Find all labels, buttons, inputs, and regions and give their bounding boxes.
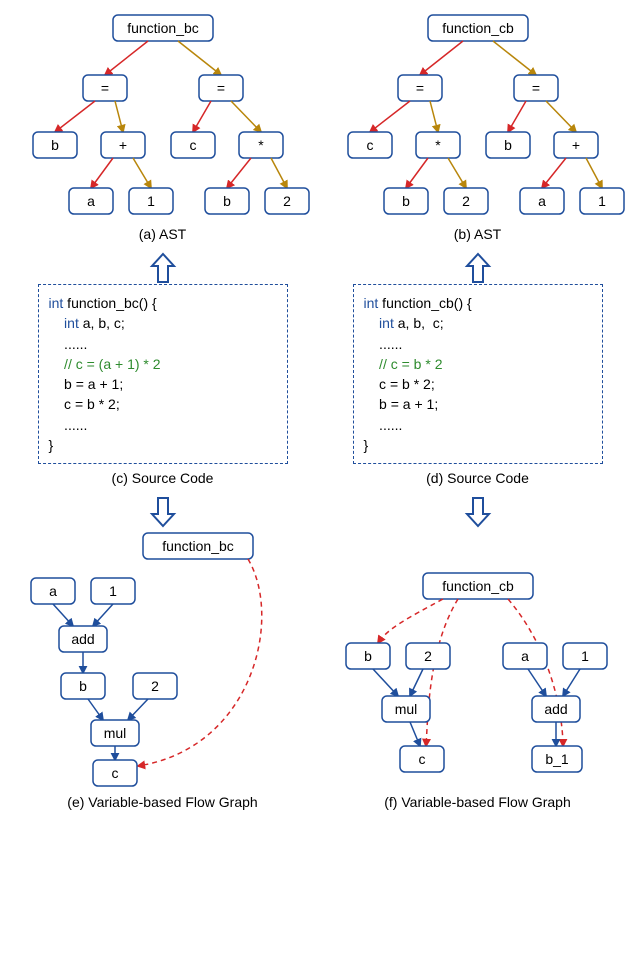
svg-text:2: 2 — [424, 648, 432, 664]
svg-text:b: b — [504, 137, 512, 153]
svg-text:2: 2 — [462, 193, 470, 209]
vfg-f-svg: function_cb b 2 mul c a 1 add — [328, 528, 628, 788]
svg-text:b: b — [223, 193, 231, 209]
ast-a-svg: function_bc = = b + a 1 — [13, 10, 313, 220]
svg-text:=: = — [531, 80, 539, 96]
ast-a-caption: (a) AST — [139, 226, 186, 242]
up-arrow-icon — [463, 252, 493, 284]
svg-text:function_bc: function_bc — [127, 20, 199, 36]
code-d-box: int function_cb() { int a, b, c; ...... … — [353, 284, 603, 464]
svg-text:=: = — [100, 80, 108, 96]
code-d-caption: (d) Source Code — [426, 470, 529, 486]
svg-text:b: b — [402, 193, 410, 209]
vfg-f-col: function_cb b 2 mul c a 1 add — [325, 528, 630, 820]
svg-text:2: 2 — [283, 193, 291, 209]
svg-text:c: c — [418, 751, 425, 767]
vfg-e-svg: function_bc a 1 add b 2 mul — [13, 528, 313, 788]
svg-text:1: 1 — [581, 648, 589, 664]
svg-text:function_cb: function_cb — [442, 578, 514, 594]
svg-text:+: + — [571, 137, 579, 153]
code-c-caption: (c) Source Code — [112, 470, 214, 486]
svg-text:c: c — [189, 137, 196, 153]
vfg-e-caption: (e) Variable-based Flow Graph — [67, 794, 257, 810]
svg-text:c: c — [111, 765, 118, 781]
ast-b-svg: function_cb = = c * b 2 b + — [328, 10, 628, 220]
down-arrow-icon — [148, 496, 178, 528]
svg-text:function_bc: function_bc — [162, 538, 234, 554]
svg-text:1: 1 — [598, 193, 606, 209]
svg-text:b: b — [51, 137, 59, 153]
svg-text:c: c — [366, 137, 373, 153]
svg-text:b: b — [79, 678, 87, 694]
code-c-box: int function_bc() { int a, b, c; ...... … — [38, 284, 288, 464]
down-arrow-icon — [463, 496, 493, 528]
svg-text:1: 1 — [109, 583, 117, 599]
code-row: int function_bc() { int a, b, c; ...... … — [10, 284, 630, 496]
svg-text:mul: mul — [103, 725, 126, 741]
ast-a-col: function_bc = = b + a 1 — [10, 10, 315, 252]
ast-row: function_bc = = b + a 1 — [10, 10, 630, 252]
ast-b-caption: (b) AST — [454, 226, 501, 242]
down-arrows-row — [10, 496, 630, 528]
svg-text:a: a — [49, 583, 57, 599]
svg-text:*: * — [435, 137, 441, 153]
svg-text:function_cb: function_cb — [442, 20, 514, 36]
svg-text:2: 2 — [151, 678, 159, 694]
svg-text:=: = — [216, 80, 224, 96]
code-d-col: int function_cb() { int a, b, c; ...... … — [325, 284, 630, 496]
svg-text:=: = — [415, 80, 423, 96]
svg-text:b_1: b_1 — [545, 751, 569, 767]
svg-text:a: a — [87, 193, 95, 209]
up-arrow-icon — [148, 252, 178, 284]
svg-text:mul: mul — [394, 701, 417, 717]
svg-text:1: 1 — [147, 193, 155, 209]
svg-text:+: + — [118, 137, 126, 153]
svg-text:a: a — [521, 648, 529, 664]
svg-text:b: b — [364, 648, 372, 664]
vfg-e-col: function_bc a 1 add b 2 mul — [10, 528, 315, 820]
vfg-row: function_bc a 1 add b 2 mul — [10, 528, 630, 820]
ast-b-col: function_cb = = c * b 2 b + — [325, 10, 630, 252]
vfg-f-caption: (f) Variable-based Flow Graph — [384, 794, 570, 810]
code-c-col: int function_bc() { int a, b, c; ...... … — [10, 284, 315, 496]
svg-text:*: * — [258, 137, 264, 153]
svg-text:add: add — [71, 631, 94, 647]
up-arrows-row — [10, 252, 630, 284]
svg-text:a: a — [538, 193, 546, 209]
svg-text:add: add — [544, 701, 567, 717]
